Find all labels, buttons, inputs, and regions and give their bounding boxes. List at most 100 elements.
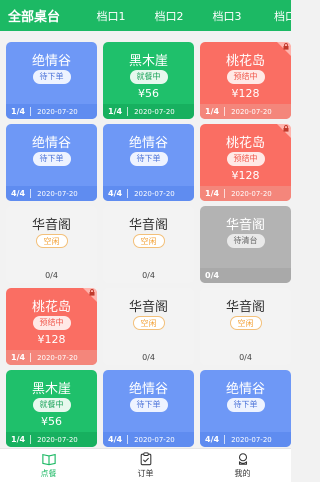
status-badge: 空闲: [35, 234, 68, 248]
table-amount: ¥56: [138, 87, 159, 100]
book-icon: [41, 453, 56, 466]
footer-divider: [30, 189, 32, 198]
table-card[interactable]: 桃花岛 预结中 ¥128 1/4 2020-07-20: [6, 288, 97, 365]
table-card[interactable]: 桃花岛 预结中 ¥128 1/4 2020-07-20: [200, 124, 291, 201]
table-grid: 绝情谷 待下单 1/4 2020-07-20 黑木崖 就餐中 ¥56 1/4 2020-07-2…: [6, 42, 291, 447]
seat-count: 0/4: [45, 271, 58, 280]
table-name: 华音阁: [225, 218, 265, 233]
seat-count: 4/4: [108, 435, 123, 444]
table-footer: 4/4 2020-07-20: [6, 186, 97, 201]
lock-icon: [283, 43, 289, 50]
seat-count: 4/4: [205, 435, 220, 444]
table-name: 华音阁: [31, 218, 71, 233]
table-footer: 4/4 2020-07-20: [103, 432, 194, 447]
status-badge: 空闲: [132, 234, 165, 248]
table-name: 黑木崖: [31, 382, 71, 397]
seat-count: 0/4: [142, 353, 155, 362]
status-badge: 待清台: [226, 234, 265, 248]
table-footer: 4/4 2020-07-20: [103, 186, 194, 201]
table-footer: 1/4 2020-07-20: [6, 350, 97, 365]
status-badge: 预结中: [32, 316, 71, 330]
tab-stall-3[interactable]: 档口3: [198, 8, 256, 24]
seat-count: 1/4: [205, 189, 220, 198]
table-name: 华音阁: [128, 300, 168, 315]
table-footer: 1/4 2020-07-20: [103, 104, 194, 119]
open-date: 2020-07-20: [134, 435, 175, 444]
table-card[interactable]: 华音阁 空闲 0/4: [103, 288, 194, 365]
seat-count: 4/4: [108, 189, 123, 198]
footer-divider: [127, 435, 129, 444]
footer-divider: [127, 107, 129, 116]
open-date: 2020-07-20: [37, 353, 78, 362]
table-footer: 0/4: [6, 268, 97, 283]
category-tab-bar: 全部桌台 档口1 档口2 档口3 档口: [0, 0, 291, 31]
footer-divider: [127, 189, 129, 198]
table-footer: 0/4: [200, 350, 291, 365]
table-card[interactable]: 华音阁 待清台 0/4: [200, 206, 291, 283]
app-root: 全部桌台 档口1 档口2 档口3 档口 绝情谷 待下单 1/4 2020-07-20 黑…: [0, 0, 291, 482]
status-badge: 待下单: [129, 152, 168, 166]
table-footer: 0/4: [103, 350, 194, 365]
nav-mine[interactable]: 我的: [194, 449, 291, 482]
tab-stall-4[interactable]: 档口: [256, 8, 291, 24]
table-amount: ¥128: [231, 87, 260, 100]
status-badge: 就餐中: [129, 70, 168, 84]
lock-icon: [89, 289, 95, 296]
status-badge: 待下单: [226, 398, 265, 412]
table-card[interactable]: 华音阁 空闲 0/4: [200, 288, 291, 365]
bottom-nav: 点餐 订单 我的: [0, 448, 291, 482]
table-name: 黑木崖: [128, 54, 168, 69]
seat-count: 1/4: [11, 435, 26, 444]
open-date: 2020-07-20: [37, 435, 78, 444]
open-date: 2020-07-20: [37, 107, 78, 116]
seat-count: 1/4: [11, 353, 26, 362]
nav-mine-label: 我的: [234, 469, 251, 478]
table-name: 华音阁: [225, 300, 265, 315]
open-date: 2020-07-20: [231, 189, 272, 198]
table-card[interactable]: 绝情谷 待下单 4/4 2020-07-20: [200, 370, 291, 447]
status-badge: 待下单: [129, 398, 168, 412]
lock-icon: [283, 125, 289, 132]
table-footer: 4/4 2020-07-20: [200, 432, 291, 447]
user-icon: [238, 453, 247, 465]
tab-all-tables[interactable]: 全部桌台: [8, 6, 82, 25]
open-date: 2020-07-20: [134, 189, 175, 198]
table-card[interactable]: 绝情谷 待下单 1/4 2020-07-20: [6, 42, 97, 119]
nav-orders[interactable]: 订单: [97, 449, 194, 482]
table-name: 绝情谷: [31, 136, 71, 151]
status-badge: 空闲: [132, 316, 165, 330]
seat-count: 0/4: [239, 353, 252, 362]
status-badge: 空闲: [229, 316, 262, 330]
status-badge: 预结中: [226, 152, 265, 166]
table-card[interactable]: 桃花岛 预结中 ¥128 1/4 2020-07-20: [200, 42, 291, 119]
table-name: 绝情谷: [128, 382, 168, 397]
footer-divider: [30, 435, 32, 444]
open-date: 2020-07-20: [231, 107, 272, 116]
table-name: 绝情谷: [225, 382, 265, 397]
status-badge: 预结中: [226, 70, 265, 84]
table-card[interactable]: 华音阁 空闲 0/4: [103, 206, 194, 283]
open-date: 2020-07-20: [37, 189, 78, 198]
footer-divider: [224, 435, 226, 444]
seat-count: 1/4: [205, 107, 220, 116]
table-card[interactable]: 黑木崖 就餐中 ¥56 1/4 2020-07-20: [6, 370, 97, 447]
nav-order-food[interactable]: 点餐: [0, 449, 97, 482]
table-name: 绝情谷: [128, 136, 168, 151]
open-date: 2020-07-20: [231, 435, 272, 444]
table-card[interactable]: 绝情谷 待下单 4/4 2020-07-20: [103, 370, 194, 447]
nav-order-food-label: 点餐: [40, 469, 57, 478]
table-footer: 0/4: [103, 268, 194, 283]
table-card[interactable]: 华音阁 空闲 0/4: [6, 206, 97, 283]
table-card[interactable]: 黑木崖 就餐中 ¥56 1/4 2020-07-20: [103, 42, 194, 119]
table-card[interactable]: 绝情谷 待下单 4/4 2020-07-20: [103, 124, 194, 201]
status-badge: 就餐中: [32, 398, 71, 412]
status-badge: 待下单: [32, 152, 71, 166]
open-date: 2020-07-20: [134, 107, 175, 116]
table-card[interactable]: 绝情谷 待下单 4/4 2020-07-20: [6, 124, 97, 201]
table-amount: ¥128: [37, 333, 66, 346]
tab-stall-1[interactable]: 档口1: [82, 8, 140, 24]
table-amount: ¥56: [41, 415, 62, 428]
tab-stall-2[interactable]: 档口2: [140, 8, 198, 24]
seat-count: 0/4: [142, 271, 155, 280]
nav-orders-label: 订单: [137, 469, 154, 478]
